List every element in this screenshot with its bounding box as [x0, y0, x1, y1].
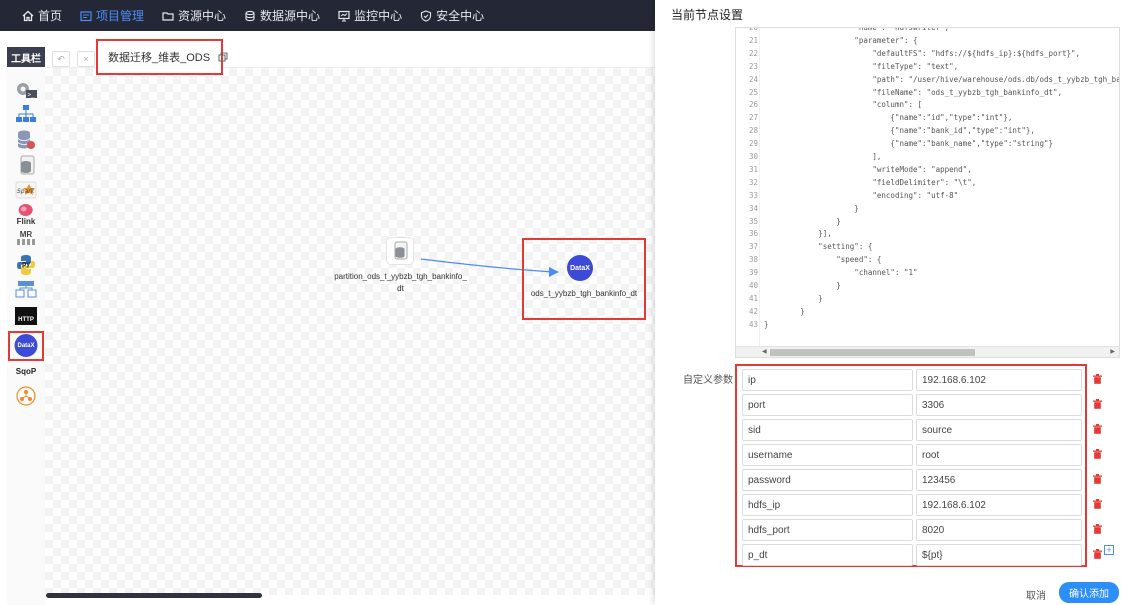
delete-param-icon[interactable] — [1091, 547, 1103, 561]
canvas-scrollbar[interactable] — [46, 593, 262, 598]
line-number: 27 — [748, 113, 758, 123]
param-row: p_dt ${pt} — [742, 544, 1082, 566]
scroll-left-arrow[interactable]: ◀ — [762, 348, 767, 355]
code-line: "fileName": "ods_t_yybzb_tgh_bankinfo_dt… — [764, 87, 1063, 97]
param-row: hdfs_ip 192.168.6.102 — [742, 494, 1082, 516]
code-line: {"name":"bank_name","type":"string"} — [764, 139, 1053, 149]
scroll-right-arrow[interactable]: ▶ — [1110, 348, 1115, 355]
param-key-input[interactable]: hdfs_port — [742, 519, 913, 541]
code-line: "setting": { — [764, 242, 873, 252]
app-root: 首页 项目管理 资源中心 数据源中心 监控中心 安全中心 工具栏 >_ Spar… — [0, 0, 1123, 605]
delete-param-icon[interactable] — [1091, 522, 1103, 536]
code-line: } — [764, 293, 823, 303]
line-number: 21 — [748, 35, 758, 45]
code-line: "name": "hdfswriter", — [764, 27, 950, 32]
confirm-add-button[interactable]: 确认添加 — [1059, 582, 1119, 603]
code-line: "column": [ — [764, 100, 923, 110]
param-value-input[interactable]: 8020 — [916, 519, 1082, 541]
code-line: {"name":"bank_id","type":"int"}, — [764, 126, 1035, 136]
task-node-datax-label: ods_t_yybzb_tgh_bankinfo_dt — [530, 289, 638, 298]
line-number: 41 — [748, 293, 758, 303]
editor-scroll-thumb[interactable] — [770, 349, 975, 356]
custom-params-box: ip 192.168.6.102 port 3306 sid source us… — [735, 364, 1087, 567]
code-line: "writeMode": "append", — [764, 164, 972, 174]
custom-params-label: 自定义参数 — [683, 375, 733, 386]
param-value-input[interactable]: source — [916, 419, 1082, 441]
line-number: 43 — [748, 319, 758, 329]
line-number: 33 — [748, 190, 758, 200]
line-number: 22 — [748, 48, 758, 58]
param-key-input[interactable]: port — [742, 394, 913, 416]
line-number: 42 — [748, 306, 758, 316]
param-value-input[interactable]: root — [916, 444, 1082, 466]
line-number: 38 — [748, 255, 758, 265]
line-number: 25 — [748, 87, 758, 97]
line-number: 37 — [748, 242, 758, 252]
param-value-input[interactable]: 123456 — [916, 469, 1082, 491]
delete-param-icon[interactable] — [1091, 447, 1103, 461]
param-value-input[interactable]: 3306 — [916, 394, 1082, 416]
code-line: "channel": "1" — [764, 268, 918, 278]
param-key-input[interactable]: ip — [742, 369, 913, 391]
param-key-input[interactable]: password — [742, 469, 913, 491]
add-param-icon[interactable]: + — [1104, 545, 1114, 555]
param-row: hdfs_port 8020 — [742, 519, 1082, 541]
code-line: {"name":"id","type":"int"}, — [764, 113, 1013, 123]
code-line: } — [764, 306, 805, 316]
line-number: 32 — [748, 177, 758, 187]
code-line: ], — [764, 152, 882, 161]
delete-param-icon[interactable] — [1091, 472, 1103, 486]
param-row: ip 192.168.6.102 — [742, 369, 1082, 391]
json-editor[interactable]: 20 "name": "hdfswriter", 21 "parameter": … — [735, 27, 1120, 358]
code-line: "fieldDelimiter": "\t", — [764, 177, 977, 187]
delete-param-icon[interactable] — [1091, 397, 1103, 411]
task-node-datax[interactable]: DataX — [566, 254, 594, 282]
datax-icon: DataX — [567, 255, 593, 281]
param-value-input[interactable]: ${pt} — [916, 544, 1082, 566]
code-line: } — [764, 281, 841, 290]
code-line: } — [764, 203, 859, 213]
code-line: "fileType": "text", — [764, 61, 959, 71]
node-settings-panel: 当前节点设置 20 "name": "hdfswriter", 21 "param… — [655, 0, 1123, 605]
code-line: }], — [764, 229, 832, 239]
line-number: 40 — [748, 281, 758, 290]
panel-title: 当前节点设置 — [671, 8, 744, 22]
param-value-input[interactable]: 192.168.6.102 — [916, 369, 1082, 391]
line-number: 35 — [748, 216, 758, 226]
code-line: "encoding": "utf-8" — [764, 190, 959, 200]
line-number: 28 — [748, 126, 758, 136]
code-line: } — [764, 319, 769, 329]
param-key-input[interactable]: hdfs_ip — [742, 494, 913, 516]
editor-scrollbar[interactable]: ◀ ▶ — [736, 346, 1119, 357]
delete-param-icon[interactable] — [1091, 372, 1103, 386]
delete-param-icon[interactable] — [1091, 422, 1103, 436]
datax-node-icon-label: DataX — [570, 264, 590, 272]
line-number: 39 — [748, 268, 758, 278]
code-line: "path": "/user/hive/warehouse/ods.db/ods… — [872, 74, 1120, 84]
cancel-button[interactable]: 取消 — [1026, 587, 1046, 602]
line-number: 31 — [748, 164, 758, 174]
param-row: sid source — [742, 419, 1082, 441]
line-number: 20 — [748, 27, 758, 32]
param-value-input[interactable]: 192.168.6.102 — [916, 494, 1082, 516]
param-row: password 123456 — [742, 469, 1082, 491]
line-number: 26 — [748, 100, 758, 110]
delete-param-icon[interactable] — [1091, 497, 1103, 511]
code-line: "parameter": { — [764, 35, 918, 45]
param-key-input[interactable]: username — [742, 444, 913, 466]
param-row: port 3306 — [742, 394, 1082, 416]
line-number: 34 — [748, 203, 758, 213]
line-number: 24 — [748, 74, 758, 84]
line-number: 36 — [748, 229, 758, 239]
code-line: } — [764, 216, 841, 226]
param-row: username root — [742, 444, 1082, 466]
line-number: 29 — [748, 139, 758, 149]
code-line: "speed": { — [764, 255, 882, 265]
line-number: 30 — [748, 152, 758, 161]
param-key-input[interactable]: p_dt — [742, 544, 913, 566]
code-line: "defaultFS": "hdfs://${hdfs_ip}:${hdfs_p… — [764, 48, 1081, 58]
line-number: 23 — [748, 61, 758, 71]
param-key-input[interactable]: sid — [742, 419, 913, 441]
